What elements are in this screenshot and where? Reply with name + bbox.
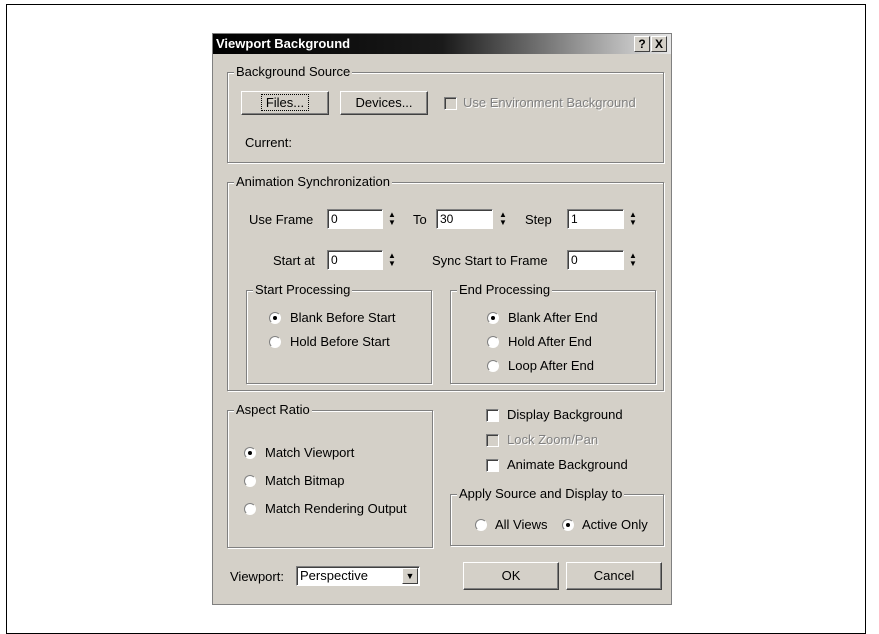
spinner-arrows-icon[interactable]: ▲ ▼: [628, 211, 638, 227]
start-at-label: Start at: [273, 253, 315, 268]
title-bar[interactable]: Viewport Background ? X: [213, 34, 671, 54]
display-background-label: Display Background: [507, 407, 623, 422]
active-only-label: Active Only: [582, 517, 648, 532]
ok-button[interactable]: OK: [463, 562, 559, 590]
match-viewport-label: Match Viewport: [265, 445, 355, 460]
devices-button-label: Devices...: [355, 95, 413, 110]
match-rendering-output-label: Match Rendering Output: [265, 501, 407, 516]
active-only-radio[interactable]: [562, 519, 574, 531]
close-icon: X: [654, 37, 663, 51]
apply-to-legend: Apply Source and Display to: [457, 486, 625, 501]
use-environment-checkbox[interactable]: [444, 97, 457, 110]
aspect-ratio-group: Aspect Ratio Match Viewport Match Bitmap…: [227, 402, 433, 548]
spinner-arrows-icon[interactable]: ▲ ▼: [628, 252, 638, 268]
use-frame-input[interactable]: 0: [327, 209, 383, 229]
end-processing-legend: End Processing: [457, 282, 553, 297]
cancel-button[interactable]: Cancel: [566, 562, 662, 590]
match-rendering-output-radio[interactable]: [244, 503, 256, 515]
spinner-arrows-icon[interactable]: ▲ ▼: [387, 252, 397, 268]
start-at-input[interactable]: 0: [327, 250, 383, 270]
files-button[interactable]: Files...: [241, 91, 329, 115]
to-input[interactable]: 30: [436, 209, 493, 229]
blank-before-start-radio[interactable]: [269, 312, 281, 324]
spinner-arrows-icon[interactable]: ▲ ▼: [387, 211, 397, 227]
all-views-radio[interactable]: [475, 519, 487, 531]
files-button-label: Files...: [260, 94, 310, 111]
hold-before-start-radio[interactable]: [269, 336, 281, 348]
aspect-ratio-legend: Aspect Ratio: [234, 402, 312, 417]
lock-zoom-pan-checkbox[interactable]: [486, 434, 499, 447]
use-environment-label: Use Environment Background: [463, 95, 636, 110]
step-label: Step: [525, 212, 552, 227]
start-processing-group: Start Processing Blank Before Start Hold…: [246, 282, 432, 384]
lock-zoom-pan-label: Lock Zoom/Pan: [507, 432, 599, 447]
match-bitmap-label: Match Bitmap: [265, 473, 345, 488]
background-source-group: Background Source Files... Devices... Us…: [227, 64, 664, 163]
animate-background-checkbox[interactable]: [486, 459, 499, 472]
help-button[interactable]: ?: [634, 36, 650, 52]
use-frame-label: Use Frame: [249, 212, 314, 227]
spinner-arrows-icon[interactable]: ▲ ▼: [498, 211, 508, 227]
start-processing-legend: Start Processing: [253, 282, 353, 297]
close-button[interactable]: X: [651, 36, 667, 52]
current-label: Current:: [245, 135, 292, 150]
viewport-dropdown-value: Perspective: [300, 568, 368, 583]
background-source-legend: Background Source: [234, 64, 353, 79]
cancel-button-label: Cancel: [593, 568, 635, 583]
hold-after-end-label: Hold After End: [508, 334, 592, 349]
animation-sync-group: Animation Synchronization Use Frame 0 ▲ ▼…: [227, 174, 664, 391]
ok-button-label: OK: [501, 568, 521, 583]
viewport-label: Viewport:: [230, 569, 284, 584]
match-viewport-radio[interactable]: [244, 447, 256, 459]
animate-background-label: Animate Background: [507, 457, 628, 472]
help-icon: ?: [638, 37, 646, 51]
dialog-title: Viewport Background: [216, 36, 351, 51]
devices-button[interactable]: Devices...: [340, 91, 428, 115]
hold-before-start-label: Hold Before Start: [290, 334, 390, 349]
blank-after-end-radio[interactable]: [487, 312, 499, 324]
sync-start-label: Sync Start to Frame: [432, 253, 548, 268]
animation-sync-legend: Animation Synchronization: [234, 174, 392, 189]
loop-after-end-label: Loop After End: [508, 358, 595, 373]
step-input[interactable]: 1: [567, 209, 624, 229]
hold-after-end-radio[interactable]: [487, 336, 499, 348]
viewport-dropdown[interactable]: Perspective ▼: [296, 566, 420, 586]
viewport-background-dialog: Viewport Background ? X Background Sourc…: [212, 33, 672, 605]
match-bitmap-radio[interactable]: [244, 475, 256, 487]
blank-after-end-label: Blank After End: [508, 310, 598, 325]
to-label: To: [413, 212, 427, 227]
blank-before-start-label: Blank Before Start: [290, 310, 396, 325]
sync-start-input[interactable]: 0: [567, 250, 624, 270]
chevron-down-icon[interactable]: ▼: [402, 568, 418, 584]
apply-to-group: Apply Source and Display to All Views Ac…: [450, 486, 664, 546]
display-background-checkbox[interactable]: [486, 409, 499, 422]
all-views-label: All Views: [495, 517, 548, 532]
end-processing-group: End Processing Blank After End Hold Afte…: [450, 282, 656, 384]
loop-after-end-radio[interactable]: [487, 360, 499, 372]
